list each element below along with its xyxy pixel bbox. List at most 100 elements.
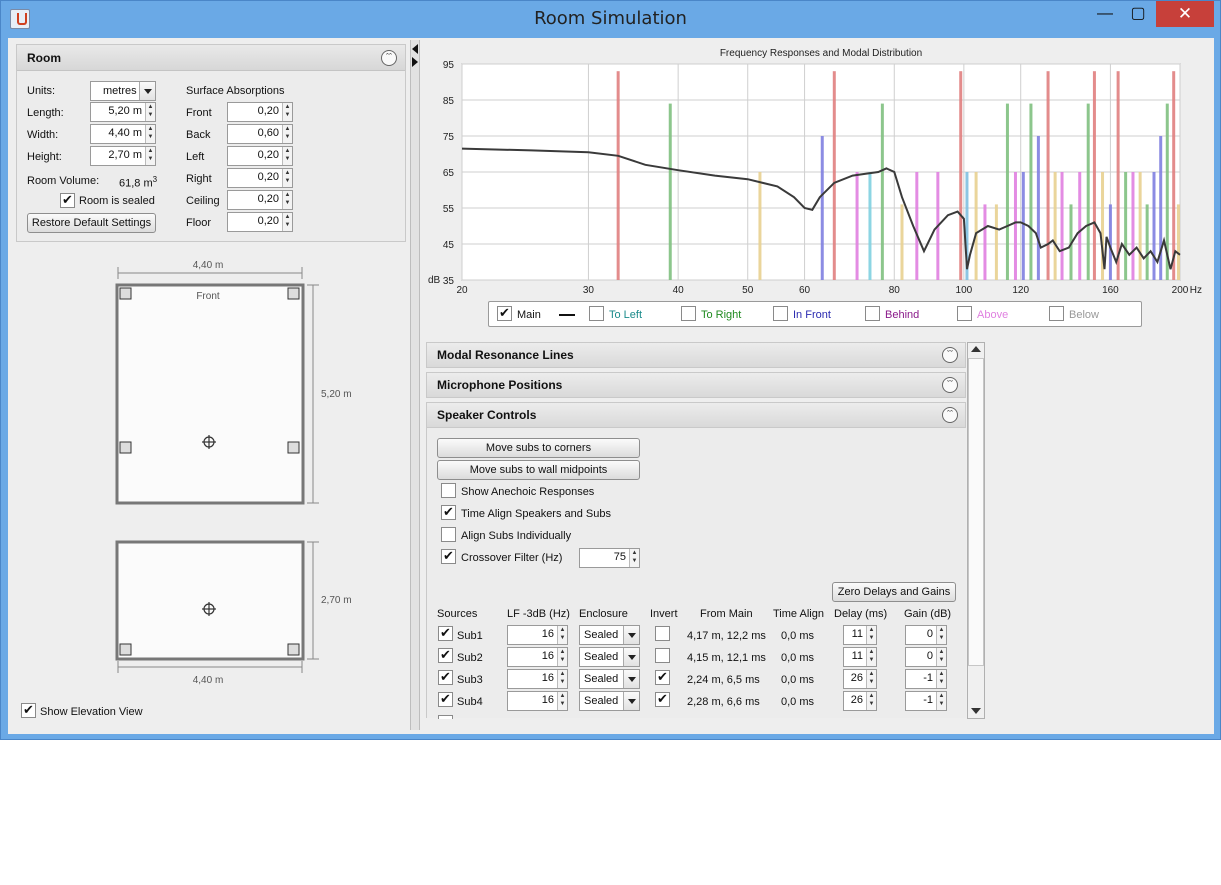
close-button[interactable]: ✕ <box>1156 1 1214 27</box>
sub5-checkbox-partial[interactable] <box>438 715 453 719</box>
show-anechoic-checkbox[interactable] <box>441 483 456 498</box>
absorption-spinner-2[interactable]: 0,20 ▲ ▼ <box>227 146 293 166</box>
plan-view-room <box>115 283 305 505</box>
delay-spinner[interactable]: 26 ▲ ▼ <box>843 669 877 689</box>
spinner-arrows-icon[interactable]: ▲ ▼ <box>557 670 567 688</box>
legend-checkbox-0[interactable] <box>497 305 512 321</box>
spinner-arrows-icon[interactable]: ▲ ▼ <box>282 147 292 165</box>
legend-checkbox-1[interactable] <box>589 306 604 321</box>
collapse-up-icon[interactable]: ˆˆ <box>381 50 397 66</box>
absorption-spinner-3[interactable]: 0,20 ▲ ▼ <box>227 168 293 188</box>
lf-spinner[interactable]: 16 ▲ ▼ <box>507 669 568 689</box>
legend-checkbox-4[interactable] <box>865 306 880 321</box>
delay-spinner[interactable]: 11 ▲ ▼ <box>843 625 877 645</box>
split-pane-divider[interactable] <box>410 40 420 730</box>
spinner-arrows-icon[interactable]: ▲ ▼ <box>866 670 876 688</box>
time-align-checkbox[interactable] <box>441 504 456 520</box>
spinner-arrows-icon[interactable]: ▲ ▼ <box>282 103 292 121</box>
lf-spinner[interactable]: 16 ▲ ▼ <box>507 625 568 645</box>
collapse-up-icon[interactable]: ˆˆ <box>942 407 958 423</box>
zero-delays-gains-button[interactable]: Zero Delays and Gains <box>832 582 956 602</box>
source-checkbox-3[interactable] <box>438 691 453 707</box>
move-subs-corners-button[interactable]: Move subs to corners <box>437 438 640 458</box>
source-checkbox-1[interactable] <box>438 647 453 663</box>
invert-checkbox[interactable] <box>655 626 670 641</box>
minimize-button[interactable]: — <box>1090 1 1120 27</box>
height-spinner[interactable]: 2,70 m ▲ ▼ <box>90 146 156 166</box>
enclosure-dropdown[interactable]: Sealed <box>579 647 640 667</box>
spinner-arrows-icon[interactable]: ▲ ▼ <box>866 626 876 644</box>
spinner-arrows-icon[interactable]: ▲ ▼ <box>557 626 567 644</box>
sub-elev-left-marker[interactable] <box>119 643 132 656</box>
scrollbar-thumb[interactable] <box>968 358 984 666</box>
width-spinner[interactable]: 4,40 m ▲ ▼ <box>90 124 156 144</box>
spinner-arrows-icon[interactable]: ▲ ▼ <box>145 103 155 121</box>
legend-checkbox-2[interactable] <box>681 306 696 321</box>
width-value: 4,40 m <box>108 127 142 139</box>
spinner-arrows-icon[interactable]: ▲ ▼ <box>145 125 155 143</box>
crossover-spinner[interactable]: 75 ▲ ▼ <box>579 548 640 568</box>
show-elevation-checkbox[interactable] <box>21 702 36 718</box>
gain-spinner[interactable]: -1 ▲ ▼ <box>905 691 947 711</box>
spinner-arrows-icon[interactable]: ▲ ▼ <box>629 549 639 567</box>
delay-spinner[interactable]: 26 ▲ ▼ <box>843 691 877 711</box>
source-checkbox-2[interactable] <box>438 669 453 685</box>
length-spinner[interactable]: 5,20 m ▲ ▼ <box>90 102 156 122</box>
spinner-arrows-icon[interactable]: ▲ ▼ <box>936 670 946 688</box>
enclosure-dropdown[interactable]: Sealed <box>579 691 640 711</box>
sub1-marker[interactable] <box>119 287 132 300</box>
source-checkbox-0[interactable] <box>438 625 453 641</box>
spinner-arrows-icon[interactable]: ▲ ▼ <box>282 125 292 143</box>
units-dropdown[interactable]: metres <box>90 81 156 101</box>
collapse-left-arrow-icon[interactable] <box>412 44 418 54</box>
expand-right-arrow-icon[interactable] <box>412 57 418 67</box>
spinner-arrows-icon[interactable]: ▲ ▼ <box>866 648 876 666</box>
room-sealed-checkbox[interactable] <box>60 192 75 208</box>
modal-resonance-header[interactable]: Modal Resonance Lines <box>426 342 966 368</box>
absorption-spinner-1[interactable]: 0,60 ▲ ▼ <box>227 124 293 144</box>
spinner-arrows-icon[interactable]: ▲ ▼ <box>936 626 946 644</box>
invert-checkbox[interactable] <box>655 669 670 685</box>
microphone-positions-header[interactable]: Microphone Positions <box>426 372 966 398</box>
sub3-marker[interactable] <box>119 441 132 454</box>
invert-checkbox[interactable] <box>655 648 670 663</box>
move-subs-midpoints-button[interactable]: Move subs to wall midpoints <box>437 460 640 480</box>
scroll-down-arrow-icon[interactable] <box>971 708 981 714</box>
lf-spinner[interactable]: 16 ▲ ▼ <box>507 647 568 667</box>
sub2-marker[interactable] <box>287 287 300 300</box>
gain-spinner[interactable]: 0 ▲ ▼ <box>905 625 947 645</box>
spinner-arrows-icon[interactable]: ▲ ▼ <box>557 692 567 710</box>
absorption-spinner-0[interactable]: 0,20 ▲ ▼ <box>227 102 293 122</box>
room-panel-header[interactable]: Room <box>17 45 405 71</box>
spinner-arrows-icon[interactable]: ▲ ▼ <box>282 169 292 187</box>
legend-checkbox-3[interactable] <box>773 306 788 321</box>
enclosure-dropdown[interactable]: Sealed <box>579 669 640 689</box>
spinner-arrows-icon[interactable]: ▲ ▼ <box>557 648 567 666</box>
expand-down-icon[interactable]: ˇˇ <box>942 347 958 363</box>
crossover-checkbox[interactable] <box>441 548 456 564</box>
invert-checkbox[interactable] <box>655 691 670 707</box>
gain-spinner[interactable]: 0 ▲ ▼ <box>905 647 947 667</box>
align-individually-checkbox[interactable] <box>441 527 456 542</box>
legend-checkbox-5[interactable] <box>957 306 972 321</box>
sub-elev-right-marker[interactable] <box>287 643 300 656</box>
scroll-up-arrow-icon[interactable] <box>971 346 981 352</box>
absorption-spinner-4[interactable]: 0,20 ▲ ▼ <box>227 190 293 210</box>
spinner-arrows-icon[interactable]: ▲ ▼ <box>936 648 946 666</box>
legend-checkbox-6[interactable] <box>1049 306 1064 321</box>
gain-spinner[interactable]: -1 ▲ ▼ <box>905 669 947 689</box>
spinner-arrows-icon[interactable]: ▲ ▼ <box>866 692 876 710</box>
enclosure-dropdown[interactable]: Sealed <box>579 625 640 645</box>
spinner-arrows-icon[interactable]: ▲ ▼ <box>282 191 292 209</box>
restore-defaults-button[interactable]: Restore Default Settings <box>27 213 156 233</box>
maximize-button[interactable]: ▢ <box>1122 1 1154 27</box>
sub4-marker[interactable] <box>287 441 300 454</box>
expand-down-icon[interactable]: ˇˇ <box>942 377 958 393</box>
spinner-arrows-icon[interactable]: ▲ ▼ <box>145 147 155 165</box>
spinner-arrows-icon[interactable]: ▲ ▼ <box>936 692 946 710</box>
lf-spinner[interactable]: 16 ▲ ▼ <box>507 691 568 711</box>
spinner-arrows-icon[interactable]: ▲ ▼ <box>282 213 292 231</box>
delay-spinner[interactable]: 11 ▲ ▼ <box>843 647 877 667</box>
speaker-controls-header[interactable]: Speaker Controls <box>426 402 966 428</box>
absorption-spinner-5[interactable]: 0,20 ▲ ▼ <box>227 212 293 232</box>
